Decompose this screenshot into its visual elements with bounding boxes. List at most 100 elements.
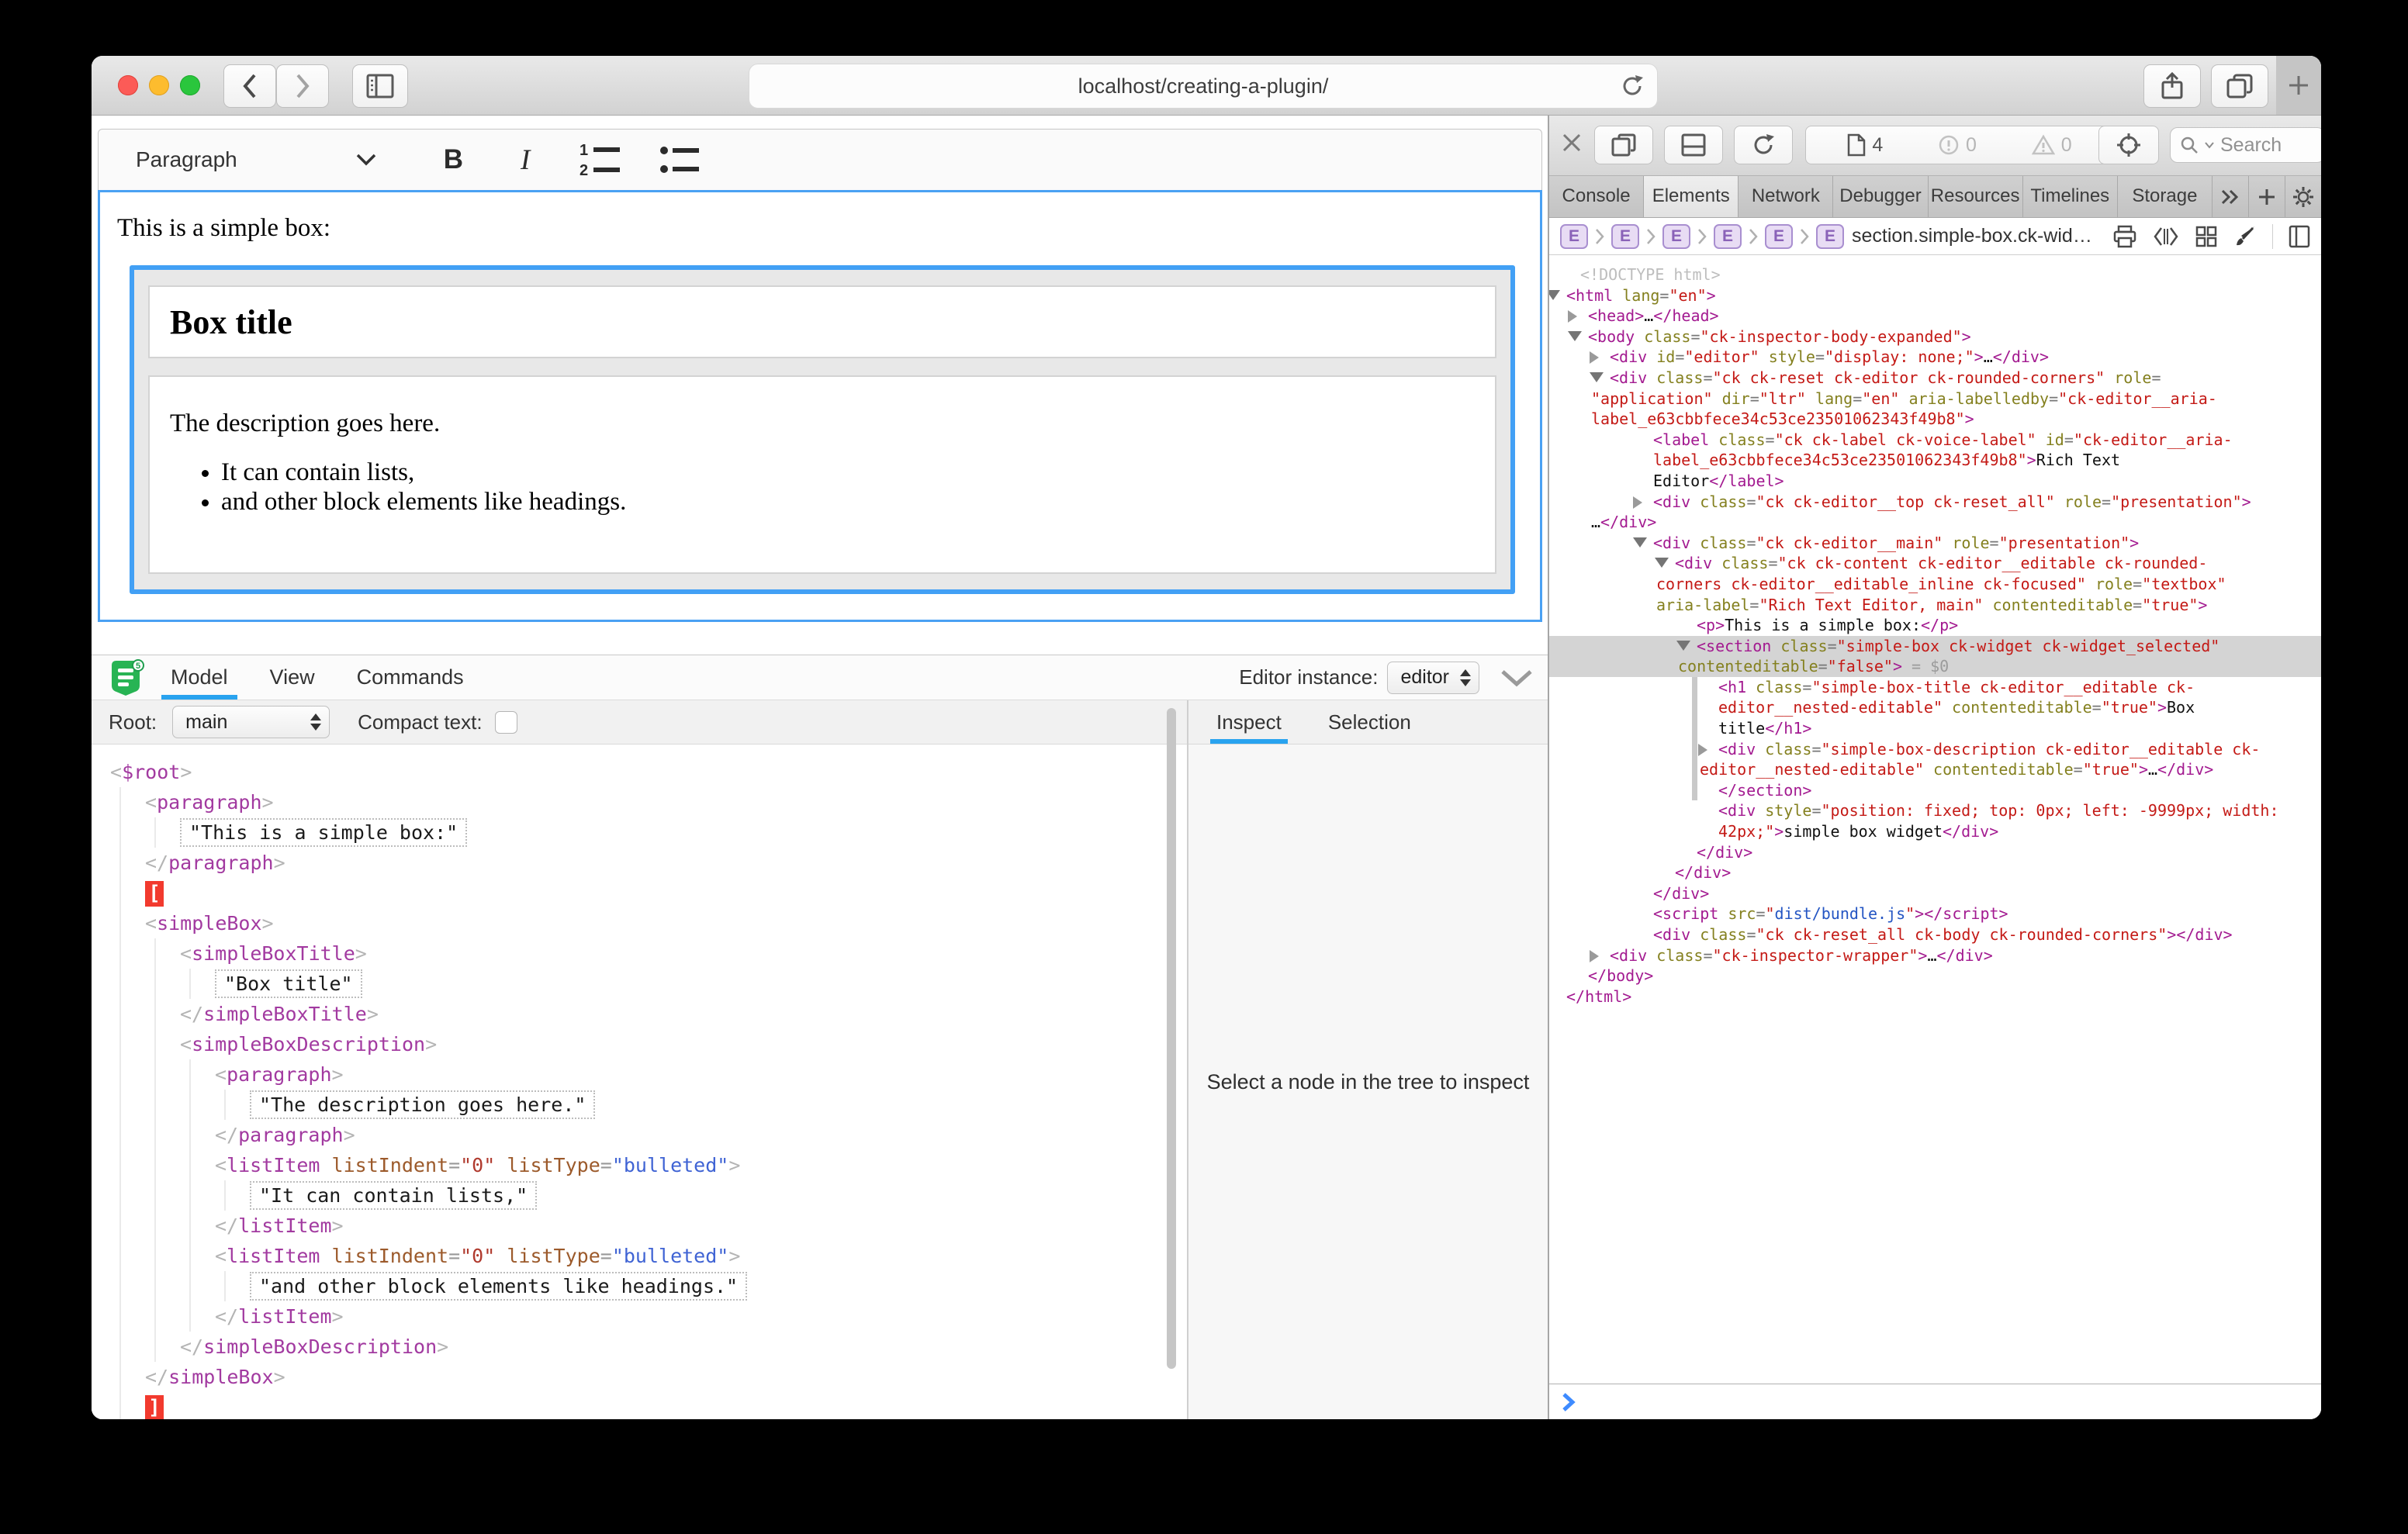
address-bar[interactable]: localhost/creating-a-plugin/ bbox=[749, 64, 1658, 109]
devtools-tab-timelines[interactable]: Timelines bbox=[2023, 176, 2118, 217]
devtools-settings-button[interactable] bbox=[2285, 176, 2321, 217]
source-line[interactable]: <div class="ck ck-content ck-editor__edi… bbox=[1549, 553, 2321, 574]
devtools-tab-elements[interactable]: Elements bbox=[1644, 176, 1739, 217]
breadcrumb-element-badge[interactable]: E bbox=[1611, 224, 1639, 249]
dock-side-button[interactable] bbox=[1594, 126, 1653, 164]
inspector-tab-view[interactable]: View bbox=[267, 655, 318, 700]
minimize-window-button[interactable] bbox=[149, 75, 169, 95]
selection-marker[interactable]: ] bbox=[145, 1392, 1187, 1419]
bold-button[interactable]: B bbox=[444, 144, 463, 175]
devtools-tab-network[interactable]: Network bbox=[1739, 176, 1833, 217]
tree-text-node[interactable]: "This is a simple box:" bbox=[180, 817, 1187, 848]
source-line[interactable]: </div> bbox=[1549, 883, 2321, 904]
tree-close-tag[interactable]: </listItem> bbox=[215, 1211, 1187, 1241]
tree-text-node[interactable]: "Box title" bbox=[215, 969, 1187, 999]
italic-button[interactable]: I bbox=[521, 143, 530, 177]
collapse-inspector-button[interactable] bbox=[1500, 669, 1534, 687]
source-line[interactable]: "application" dir="ltr" lang="en" aria-l… bbox=[1549, 389, 2321, 409]
source-line[interactable]: <div id="editor" style="display: none;">… bbox=[1549, 347, 2321, 368]
expand-arrow-icon[interactable] bbox=[1676, 641, 1690, 651]
heading-dropdown[interactable]: Paragraph bbox=[136, 147, 237, 172]
tree-open-tag[interactable]: <listItem listIndent="0" listType="bulle… bbox=[215, 1150, 1187, 1180]
source-line[interactable]: corners ck-editor__editable_inline ck-fo… bbox=[1549, 574, 2321, 595]
source-line[interactable]: <div class="ck ck-editor__top ck-reset_a… bbox=[1549, 492, 2321, 513]
tree-open-tag[interactable]: <$root> bbox=[110, 757, 1187, 787]
tree-text-node[interactable]: "The description goes here." bbox=[250, 1090, 1187, 1120]
dock-bottom-button[interactable] bbox=[1664, 126, 1723, 164]
breadcrumb-current[interactable]: section.simple-box.ck-wid… bbox=[1852, 225, 2092, 247]
tree-close-tag[interactable]: </paragraph> bbox=[145, 848, 1187, 878]
source-line[interactable]: </section> bbox=[1549, 780, 2321, 801]
reload-button[interactable] bbox=[1620, 73, 1645, 99]
source-line[interactable]: label_e63cbbfece34c53ce23501062343f49b8"… bbox=[1549, 450, 2321, 471]
intro-paragraph[interactable]: This is a simple box: bbox=[117, 211, 1526, 245]
expand-arrow-icon[interactable] bbox=[1655, 558, 1669, 568]
breadcrumb-element-badge[interactable]: E bbox=[1662, 224, 1690, 249]
devtools-tab-debugger[interactable]: Debugger bbox=[1833, 176, 1928, 217]
source-line[interactable]: <div class="ck ck-reset_all ck-body ck-r… bbox=[1549, 924, 2321, 945]
console-prompt[interactable] bbox=[1549, 1384, 2321, 1419]
devtools-reload-button[interactable] bbox=[1734, 126, 1793, 164]
source-line[interactable]: <!DOCTYPE html> bbox=[1549, 264, 2321, 285]
devtools-tab-console[interactable]: Console bbox=[1549, 176, 1644, 217]
source-line[interactable]: contenteditable="false"> = $0 bbox=[1549, 656, 2321, 677]
devtools-search-field[interactable]: Search bbox=[2170, 127, 2321, 163]
details-sidebar-button[interactable] bbox=[2289, 225, 2310, 248]
description-bullet[interactable]: It can contain lists, bbox=[221, 458, 1495, 487]
inspector-tab-model[interactable]: Model bbox=[168, 655, 231, 700]
source-line[interactable]: </body> bbox=[1549, 966, 2321, 986]
source-line[interactable]: <div class="simple-box-description ck-ed… bbox=[1549, 739, 2321, 760]
breadcrumb-element-badge[interactable]: E bbox=[1560, 224, 1588, 249]
tree-close-tag[interactable]: </simpleBox> bbox=[145, 1362, 1187, 1392]
print-styles-button[interactable] bbox=[2112, 225, 2137, 248]
tree-text-node[interactable]: "and other block elements like headings.… bbox=[250, 1271, 1187, 1301]
source-line[interactable]: <head>…</head> bbox=[1549, 306, 2321, 326]
breadcrumb-element-badge[interactable]: E bbox=[1816, 224, 1844, 249]
expand-arrow-icon[interactable] bbox=[1590, 372, 1604, 382]
numbered-list-button[interactable]: 12 bbox=[580, 142, 624, 178]
tree-text-node[interactable]: "It can contain lists," bbox=[250, 1180, 1187, 1211]
source-line[interactable]: <div class="ck ck-reset ck-editor ck-rou… bbox=[1549, 368, 2321, 389]
editor-editable-area[interactable]: This is a simple box: Box title The desc… bbox=[98, 190, 1542, 622]
bulleted-list-button[interactable] bbox=[659, 142, 704, 178]
source-line[interactable]: 42px;">simple box widget</div> bbox=[1549, 821, 2321, 842]
source-line[interactable]: <body class="ck-inspector-body-expanded"… bbox=[1549, 326, 2321, 347]
tree-open-tag[interactable]: <paragraph> bbox=[215, 1059, 1187, 1090]
expand-arrow-icon[interactable] bbox=[1549, 290, 1560, 300]
source-line[interactable]: </div> bbox=[1549, 842, 2321, 863]
source-line[interactable]: <p>This is a simple box:</p> bbox=[1549, 615, 2321, 636]
collapsed-arrow-icon[interactable] bbox=[1698, 744, 1707, 756]
description-bullet[interactable]: and other block elements like headings. bbox=[221, 487, 1495, 517]
tree-open-tag[interactable]: <listItem listIndent="0" listType="bulle… bbox=[215, 1241, 1187, 1271]
close-window-button[interactable] bbox=[118, 75, 138, 95]
expand-arrow-icon[interactable] bbox=[1633, 537, 1647, 548]
panel-tab-selection[interactable]: Selection bbox=[1327, 700, 1413, 744]
share-button[interactable] bbox=[2143, 64, 2201, 108]
force-styles-button[interactable] bbox=[2233, 225, 2257, 248]
editor-instance-select[interactable]: editor bbox=[1387, 662, 1479, 694]
tab-overview-button[interactable] bbox=[2211, 64, 2268, 108]
source-line[interactable]: editor__nested-editable" contenteditable… bbox=[1549, 697, 2321, 718]
source-line[interactable]: <div class="ck ck-editor__main" role="pr… bbox=[1549, 533, 2321, 554]
source-line[interactable]: <div style="position: fixed; top: 0px; l… bbox=[1549, 800, 2321, 821]
inspector-tab-commands[interactable]: Commands bbox=[354, 655, 467, 700]
tree-open-tag[interactable]: <paragraph> bbox=[145, 787, 1187, 817]
element-picker-button[interactable] bbox=[2098, 126, 2159, 164]
devtools-tab-resources[interactable]: Resources bbox=[1929, 176, 2023, 217]
tree-open-tag[interactable]: <simpleBox> bbox=[145, 908, 1187, 938]
simple-box-widget[interactable]: Box title The description goes here. It … bbox=[130, 265, 1515, 594]
tree-open-tag[interactable]: <simpleBoxTitle> bbox=[180, 938, 1187, 969]
back-button[interactable] bbox=[223, 64, 276, 108]
source-line[interactable]: <label class="ck ck-label ck-voice-label… bbox=[1549, 430, 2321, 451]
forward-button[interactable] bbox=[276, 64, 329, 108]
tree-close-tag[interactable]: </listItem> bbox=[215, 1301, 1187, 1332]
error-count-badge[interactable]: 0 bbox=[1938, 134, 1977, 157]
chevron-down-icon[interactable] bbox=[355, 153, 377, 167]
new-tab-button[interactable] bbox=[2276, 56, 2321, 115]
source-line[interactable]: <script src="dist/bundle.js"></script> bbox=[1549, 903, 2321, 924]
collapsed-arrow-icon[interactable] bbox=[1590, 950, 1599, 962]
source-line[interactable]: editor__nested-editable" contenteditable… bbox=[1549, 759, 2321, 780]
expand-arrow-icon[interactable] bbox=[1568, 331, 1582, 341]
show-source-button[interactable] bbox=[2153, 226, 2179, 247]
tree-close-tag[interactable]: </simpleBoxDescription> bbox=[180, 1332, 1187, 1362]
